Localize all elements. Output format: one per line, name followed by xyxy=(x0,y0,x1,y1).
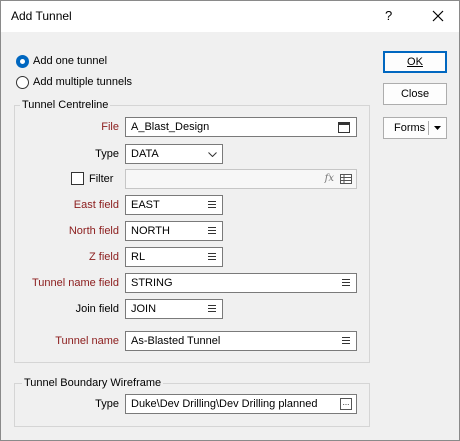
add-multiple-tunnels-label: Add multiple tunnels xyxy=(33,76,133,88)
boundary-type-input[interactable]: Duke\Dev Drilling\Dev Drilling planned .… xyxy=(125,394,357,414)
join-field-label: Join field xyxy=(75,303,119,315)
function-icon[interactable]: fx xyxy=(325,173,334,184)
filter-label: Filter xyxy=(89,173,114,185)
east-field-input[interactable]: EAST xyxy=(125,195,223,215)
browse-window-icon[interactable] xyxy=(338,122,350,133)
tunnel-name-label: Tunnel name xyxy=(55,335,119,347)
tunnel-name-field-label: Tunnel name field xyxy=(31,277,119,289)
type-value: DATA xyxy=(131,148,159,160)
close-icon xyxy=(432,10,444,22)
add-tunnel-dialog: Add Tunnel ? Add one tunnel Add multiple… xyxy=(0,0,460,441)
north-field-value: NORTH xyxy=(131,225,170,237)
z-field-value: RL xyxy=(131,251,146,263)
close-button-label: Close xyxy=(400,88,430,100)
field-list-icon[interactable] xyxy=(208,201,216,209)
filter-input[interactable]: fx xyxy=(125,169,357,189)
east-field-value: EAST xyxy=(131,199,160,211)
add-multiple-tunnels-radio[interactable]: Add multiple tunnels xyxy=(16,74,132,90)
field-list-icon[interactable] xyxy=(208,253,216,261)
tunnel-name-field-value: STRING xyxy=(131,277,173,289)
close-window-button[interactable] xyxy=(425,4,451,28)
chevron-down-icon xyxy=(208,152,217,157)
forms-button-label: Forms xyxy=(394,122,426,134)
tunnel-name-input[interactable]: As-Blasted Tunnel xyxy=(125,331,357,351)
dropdown-arrow-icon[interactable] xyxy=(434,126,441,130)
close-button[interactable]: Close xyxy=(383,83,447,105)
ok-button-label: OK xyxy=(407,56,423,68)
add-one-tunnel-label: Add one tunnel xyxy=(33,55,108,67)
z-field-label: Z field xyxy=(89,251,119,263)
field-list-icon[interactable] xyxy=(342,279,350,287)
type-select[interactable]: DATA xyxy=(125,144,223,164)
filter-checkbox[interactable] xyxy=(71,172,84,185)
ellipsis-browse-icon[interactable]: ... xyxy=(340,398,352,410)
window-title: Add Tunnel xyxy=(11,9,72,23)
tunnel-boundary-wireframe-group-label: Tunnel Boundary Wireframe xyxy=(22,377,164,389)
north-field-label: North field xyxy=(68,225,119,237)
join-field-input[interactable]: JOIN xyxy=(125,299,223,319)
add-one-tunnel-radio[interactable]: Add one tunnel xyxy=(16,53,107,69)
east-field-label: East field xyxy=(73,199,119,211)
ok-button[interactable]: OK xyxy=(383,51,447,73)
boundary-type-label: Type xyxy=(95,398,119,410)
type-label: Type xyxy=(95,148,119,160)
boundary-type-value: Duke\Dev Drilling\Dev Drilling planned xyxy=(131,398,318,410)
tunnel-name-value: As-Blasted Tunnel xyxy=(131,335,221,347)
forms-button[interactable]: Forms xyxy=(383,117,447,139)
field-list-icon[interactable] xyxy=(208,227,216,235)
field-list-icon[interactable] xyxy=(342,337,350,345)
radio-selected-icon xyxy=(16,54,29,68)
field-list-icon[interactable] xyxy=(208,305,216,313)
join-field-value: JOIN xyxy=(131,303,157,315)
file-value: A_Blast_Design xyxy=(131,121,210,133)
tunnel-centreline-group-label: Tunnel Centreline xyxy=(20,99,111,111)
file-label: File xyxy=(101,121,119,133)
title-bar: Add Tunnel ? xyxy=(1,1,459,32)
split-divider xyxy=(428,121,429,135)
grid-icon[interactable] xyxy=(340,174,352,184)
tunnel-name-field-input[interactable]: STRING xyxy=(125,273,357,293)
help-button[interactable]: ? xyxy=(385,8,392,23)
radio-unselected-icon xyxy=(16,75,29,89)
north-field-input[interactable]: NORTH xyxy=(125,221,223,241)
z-field-input[interactable]: RL xyxy=(125,247,223,267)
file-input[interactable]: A_Blast_Design xyxy=(125,117,357,137)
